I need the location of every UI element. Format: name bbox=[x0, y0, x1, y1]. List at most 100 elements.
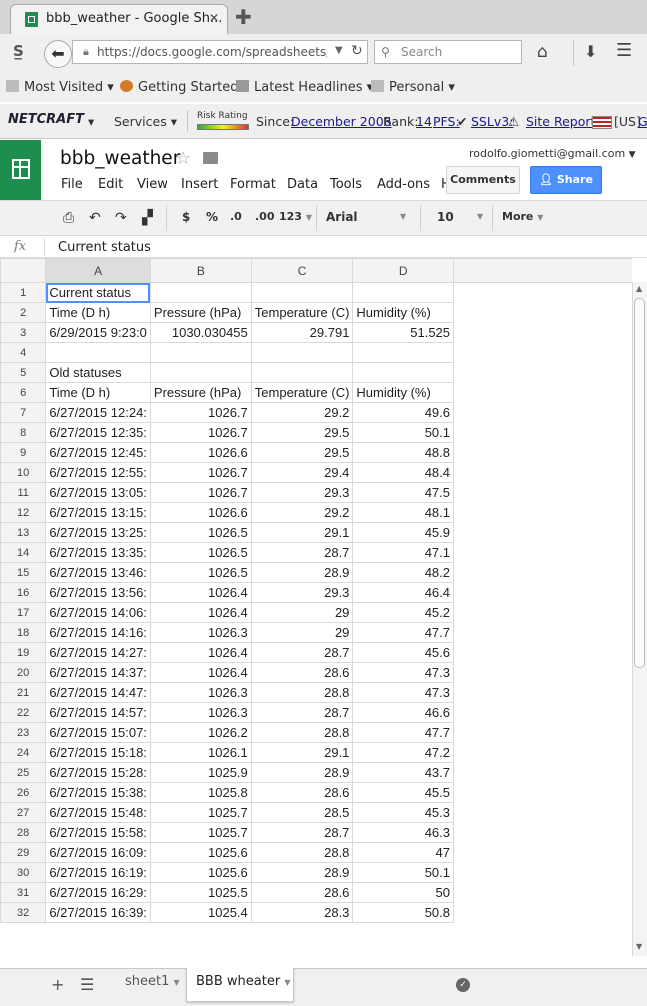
cell[interactable]: 28.9 bbox=[250, 562, 354, 583]
print-icon[interactable]: ⎙ bbox=[63, 210, 74, 226]
cell[interactable]: 47.7 bbox=[352, 622, 455, 643]
new-tab-icon[interactable]: ✚ bbox=[235, 5, 252, 29]
netcraft-dropdown-icon[interactable]: ▾ bbox=[88, 114, 94, 129]
cell[interactable]: 1026.4 bbox=[149, 582, 252, 603]
spreadsheet-grid[interactable]: A B C D 1 Current status 2 Time (D h) Pressure (… bbox=[0, 258, 632, 968]
menu-format[interactable]: Format bbox=[230, 177, 276, 192]
cell[interactable] bbox=[149, 282, 252, 303]
scrollbar-thumb[interactable] bbox=[634, 298, 645, 668]
row-header[interactable]: 19 bbox=[0, 642, 47, 663]
row-header[interactable]: 4 bbox=[0, 342, 47, 363]
row-header[interactable]: 28 bbox=[0, 822, 47, 843]
cell[interactable]: 28.6 bbox=[250, 662, 354, 683]
row-header[interactable]: 21 bbox=[0, 682, 47, 703]
menu-data[interactable]: Data bbox=[287, 177, 318, 192]
row-header[interactable]: 1 bbox=[0, 282, 47, 303]
cell[interactable]: 6/27/2015 14:06: bbox=[45, 602, 151, 623]
column-header[interactable]: C bbox=[250, 258, 354, 283]
cell[interactable]: 50.8 bbox=[352, 902, 455, 923]
bookmark-personal[interactable]: Personal ▾ bbox=[371, 80, 455, 95]
row-header[interactable]: 3 bbox=[0, 322, 47, 343]
cell[interactable]: 1026.7 bbox=[149, 462, 252, 483]
explore-check-icon[interactable]: ✓ bbox=[456, 978, 470, 992]
cell[interactable]: Temperature (C) bbox=[250, 302, 354, 323]
cell[interactable]: 47 bbox=[352, 842, 455, 863]
cell[interactable]: 29.5 bbox=[250, 422, 354, 443]
row-header[interactable]: 20 bbox=[0, 662, 47, 683]
cell[interactable]: Current status bbox=[45, 282, 151, 303]
row-header[interactable]: 30 bbox=[0, 862, 47, 883]
cell[interactable] bbox=[352, 342, 455, 363]
cell[interactable]: 43.7 bbox=[352, 762, 455, 783]
all-sheets-icon[interactable]: ☰ bbox=[80, 975, 94, 994]
column-header[interactable]: D bbox=[352, 258, 455, 283]
cell[interactable]: 6/27/2015 14:37: bbox=[45, 662, 151, 683]
cell[interactable]: 28.7 bbox=[250, 542, 354, 563]
cell[interactable]: 6/27/2015 15:18: bbox=[45, 742, 151, 763]
cell[interactable]: 47.2 bbox=[352, 742, 455, 763]
browser-tab[interactable]: bbb_weather - Google Sh... ✕ bbox=[10, 4, 228, 34]
cell[interactable]: Time (D h) bbox=[45, 382, 151, 403]
cell[interactable]: 45.2 bbox=[352, 602, 455, 623]
cell[interactable]: 28.8 bbox=[250, 722, 354, 743]
cell[interactable]: 51.525 bbox=[352, 322, 455, 343]
row-header[interactable]: 23 bbox=[0, 722, 47, 743]
cell[interactable] bbox=[352, 362, 455, 383]
row-header[interactable]: 7 bbox=[0, 402, 47, 423]
cell[interactable]: 1026.7 bbox=[149, 422, 252, 443]
folder-icon[interactable] bbox=[203, 152, 218, 164]
document-title[interactable]: bbb_weather bbox=[60, 148, 180, 169]
cell[interactable]: 6/29/2015 9:23:0 bbox=[45, 322, 151, 343]
cell[interactable]: Humidity (%) bbox=[352, 302, 455, 323]
cell[interactable]: 6/27/2015 13:56: bbox=[45, 582, 151, 603]
cell[interactable] bbox=[45, 342, 151, 363]
cell[interactable]: 29.4 bbox=[250, 462, 354, 483]
cell[interactable]: 1026.5 bbox=[149, 522, 252, 543]
share-button[interactable]: 👤︎ Share bbox=[530, 166, 602, 194]
cell[interactable]: 28.9 bbox=[250, 862, 354, 883]
close-tab-icon[interactable]: ✕ bbox=[209, 11, 219, 25]
cell[interactable]: Old statuses bbox=[45, 362, 151, 383]
paint-format-icon[interactable]: ▞ bbox=[142, 210, 153, 226]
cell[interactable]: 1026.2 bbox=[149, 722, 252, 743]
cell[interactable]: 1025.6 bbox=[149, 862, 252, 883]
row-header[interactable]: 26 bbox=[0, 782, 47, 803]
redo-icon[interactable]: ↷ bbox=[115, 210, 127, 226]
font-family-dropdown[interactable]: Arial ▼ bbox=[326, 210, 410, 224]
row-header[interactable]: 11 bbox=[0, 482, 47, 503]
undo-icon[interactable]: ↶ bbox=[89, 210, 101, 226]
cell[interactable]: 50.1 bbox=[352, 862, 455, 883]
netcraft-overflow-link[interactable]: G bbox=[638, 114, 647, 129]
row-header[interactable]: 27 bbox=[0, 802, 47, 823]
search-bar[interactable]: ⚲ Search bbox=[374, 40, 522, 64]
cell[interactable]: 1026.3 bbox=[149, 702, 252, 723]
pfs-link[interactable]: PFS: bbox=[433, 114, 460, 129]
percent-button[interactable]: % bbox=[206, 210, 218, 224]
cell[interactable]: 6/27/2015 12:35: bbox=[45, 422, 151, 443]
menu-file[interactable]: File bbox=[61, 177, 83, 192]
cell[interactable]: 28.5 bbox=[250, 802, 354, 823]
cell[interactable]: 6/27/2015 16:29: bbox=[45, 882, 151, 903]
cell[interactable]: Temperature (C) bbox=[250, 382, 354, 403]
star-icon[interactable]: ☆ bbox=[175, 148, 191, 169]
risk-rating[interactable]: Risk Rating bbox=[197, 111, 249, 130]
cell[interactable]: 6/27/2015 13:35: bbox=[45, 542, 151, 563]
cell[interactable]: 1026.1 bbox=[149, 742, 252, 763]
cell[interactable]: 49.6 bbox=[352, 402, 455, 423]
menu-view[interactable]: View bbox=[137, 177, 168, 192]
cell[interactable]: 1026.4 bbox=[149, 662, 252, 683]
back-button[interactable]: ⬅ bbox=[44, 40, 72, 68]
cell[interactable]: 1026.4 bbox=[149, 642, 252, 663]
cell[interactable]: 46.4 bbox=[352, 582, 455, 603]
url-dropdown-icon[interactable]: ▼ bbox=[335, 45, 343, 56]
since-link[interactable]: December 2006 bbox=[291, 114, 392, 129]
row-header[interactable]: 5 bbox=[0, 362, 47, 383]
site-report-link[interactable]: Site Report bbox=[526, 114, 595, 129]
sheets-logo[interactable] bbox=[0, 140, 41, 200]
cell[interactable]: 6/27/2015 12:55: bbox=[45, 462, 151, 483]
cell[interactable]: 50.1 bbox=[352, 422, 455, 443]
cell[interactable]: 1025.6 bbox=[149, 842, 252, 863]
font-size-dropdown[interactable]: 10 ▼ bbox=[437, 210, 485, 224]
cell[interactable]: 28.7 bbox=[250, 702, 354, 723]
comments-button[interactable]: Comments bbox=[446, 166, 520, 194]
